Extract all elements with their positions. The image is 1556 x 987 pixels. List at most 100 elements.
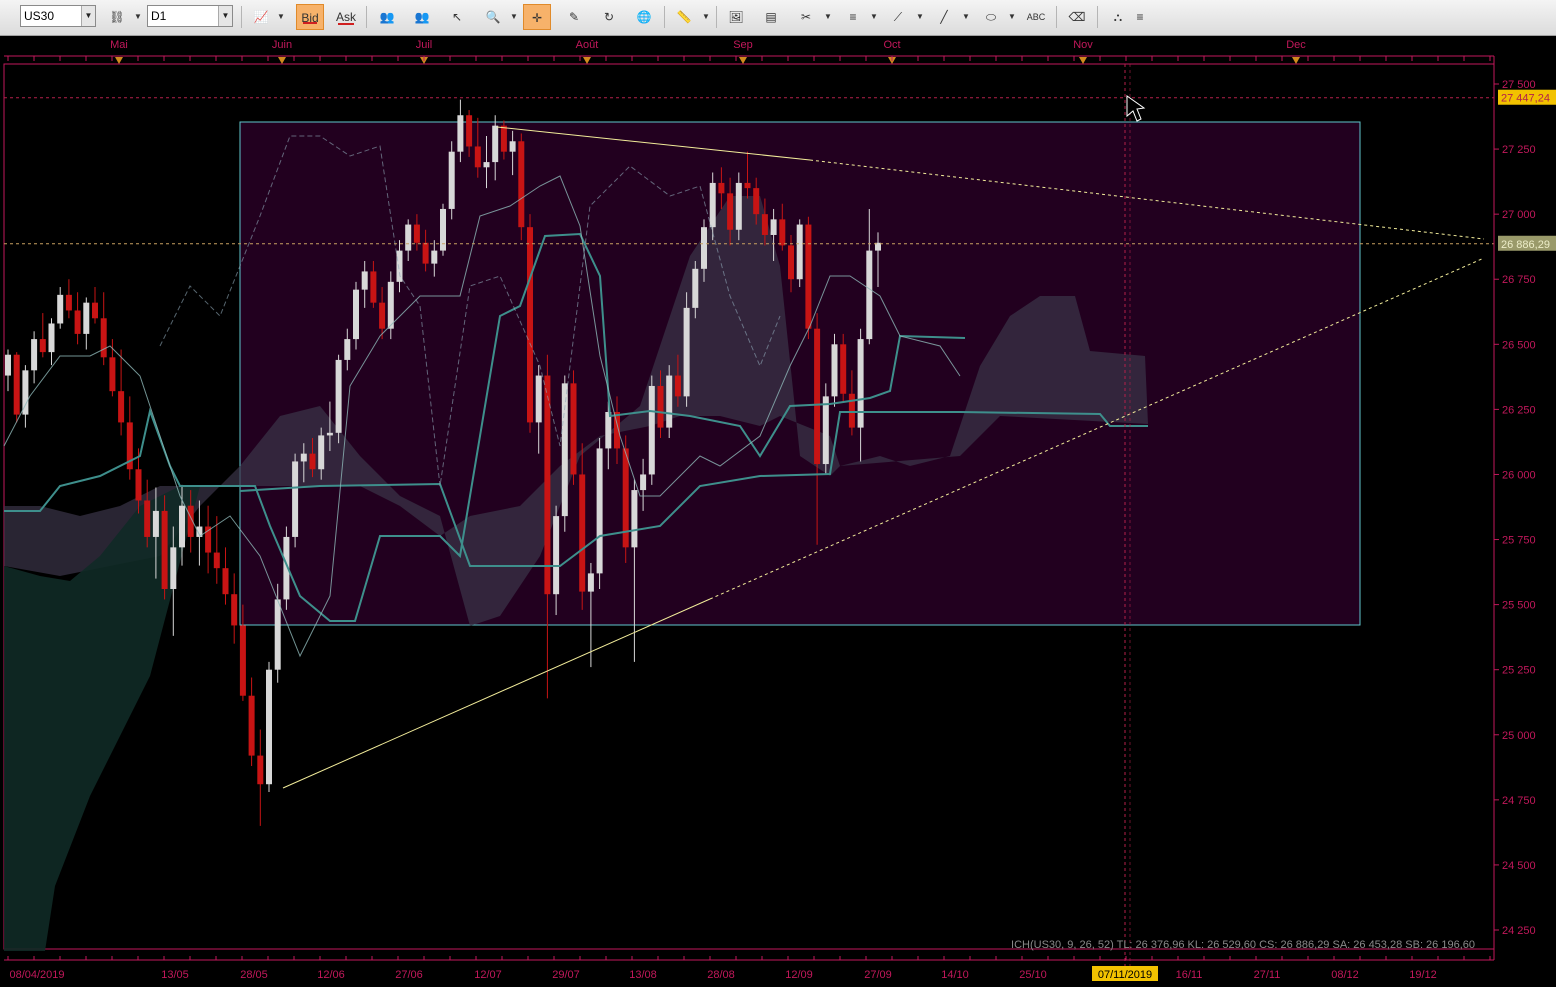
chart-type-icon[interactable]: 📈 (247, 4, 275, 30)
mouse-cursor-icon (1126, 95, 1146, 122)
template-icon[interactable]: ▤ (757, 4, 785, 30)
globe-icon[interactable]: 🌐 (630, 4, 658, 30)
chevron-down-icon[interactable]: ▼ (276, 4, 286, 30)
date-label: 12/06 (317, 969, 345, 981)
edit-chart-icon[interactable]: ✎ (560, 4, 588, 30)
candle-body (379, 302, 386, 329)
candle-body (805, 224, 812, 329)
candle-body (248, 695, 255, 756)
candle-body (674, 375, 681, 397)
pointer-icon[interactable]: ↖ (443, 4, 471, 30)
month-marker-icon (739, 57, 747, 64)
candle-body (570, 383, 577, 475)
candle-body (796, 224, 803, 280)
month-label: Juin (272, 39, 292, 51)
candle-body (866, 250, 873, 340)
lines-icon[interactable]: ≡ (839, 4, 867, 30)
indicator-legend: ICH(US30, 9, 26, 52) TL: 26 376,96 KL: 2… (1011, 939, 1475, 951)
candle-body (292, 461, 299, 537)
fan-icon[interactable]: ⟋ (884, 4, 912, 30)
candle (74, 292, 81, 345)
candle-body (840, 344, 847, 394)
candle (100, 292, 107, 366)
candle (83, 297, 90, 350)
zoom-icon[interactable]: 🔍 (479, 4, 507, 30)
refresh-icon[interactable]: ↻ (595, 4, 623, 30)
price-chart[interactable]: Mai Juin Juil Août Sep Oct Nov Dec 08/04/2019 13/… (0, 36, 1556, 987)
people-icon[interactable]: 👥 (373, 4, 401, 30)
candle-body (483, 162, 490, 168)
date-label: 16/11 (1176, 969, 1203, 981)
month-label: Dec (1286, 39, 1306, 51)
crosshair-icon[interactable]: ✛ (523, 4, 551, 30)
month-label: Août (576, 39, 599, 51)
candle (831, 333, 838, 407)
candle-body (13, 354, 20, 415)
price-label: 26 500 (1502, 339, 1536, 351)
candle-body (422, 242, 429, 264)
chevron-down-icon[interactable]: ▼ (133, 4, 143, 30)
candle-body (474, 146, 481, 168)
ruler-icon[interactable]: 📏 (670, 4, 698, 30)
chevron-down-icon[interactable]: ▼ (961, 4, 971, 30)
chevron-down-icon[interactable]: ▼ (218, 6, 232, 26)
candle (31, 331, 38, 384)
candle-body (5, 354, 11, 376)
candle-body (231, 594, 238, 626)
candle-body (831, 344, 838, 397)
trendline-icon[interactable]: ╱ (930, 4, 958, 30)
candle-body (370, 271, 377, 303)
chevron-down-icon[interactable]: ▼ (509, 4, 519, 30)
price-label: 26 250 (1502, 404, 1536, 416)
date-label: 27/11 (1254, 969, 1281, 981)
bid-button[interactable]: Bid (296, 4, 324, 30)
symbol-select[interactable]: US30 ▼ (20, 5, 96, 27)
price-label: 26 750 (1502, 274, 1536, 286)
ask-button[interactable]: Ask (332, 4, 360, 30)
chevron-down-icon[interactable]: ▼ (915, 4, 925, 30)
candle-body (814, 328, 821, 465)
candle-body (535, 375, 542, 423)
timeframe-select[interactable]: D1 ▼ (147, 5, 233, 27)
chevron-down-icon[interactable]: ▼ (823, 4, 833, 30)
candle (109, 339, 116, 397)
candle (39, 313, 46, 358)
network-icon[interactable]: ⛬ (1104, 4, 1132, 30)
people-icon[interactable]: 👥 (408, 4, 436, 30)
candle-body (405, 224, 412, 251)
price-label: 25 750 (1502, 535, 1536, 547)
toolbar-separator (366, 6, 367, 28)
candle-body (761, 214, 768, 235)
ellipse-icon[interactable]: ⬭ (977, 4, 1005, 30)
image-icon[interactable]: 🖼 (722, 4, 750, 30)
date-label: 13/05 (161, 969, 189, 981)
candle (527, 214, 533, 433)
candle-body (109, 357, 116, 392)
chevron-down-icon[interactable]: ▼ (701, 4, 711, 30)
candle (683, 292, 690, 407)
date-label: 13/08 (629, 969, 657, 981)
chevron-down-icon[interactable]: ▼ (869, 4, 879, 30)
candle (22, 365, 29, 428)
toolbar-separator (241, 6, 242, 28)
price-label: 26 000 (1502, 469, 1536, 481)
candle (822, 383, 829, 475)
candle-body (387, 281, 394, 329)
more-icon[interactable]: ≡ (1132, 4, 1148, 30)
tools-icon[interactable]: ✂ (792, 4, 820, 30)
chevron-down-icon[interactable]: ▼ (1007, 4, 1017, 30)
price-label: 24 500 (1502, 860, 1536, 872)
date-label: 08/12 (1331, 969, 1359, 981)
candle-body (701, 227, 707, 269)
month-label: Sep (733, 39, 753, 51)
candle-body (83, 302, 90, 334)
candle-body (509, 141, 516, 152)
text-abc-icon[interactable]: ABC (1022, 4, 1050, 30)
candle-body (466, 115, 473, 147)
candle-body (553, 516, 560, 595)
candle (666, 365, 673, 439)
candle (257, 729, 264, 826)
chevron-down-icon[interactable]: ▼ (81, 6, 95, 26)
eraser-icon[interactable]: ⌫ (1063, 4, 1091, 30)
chain-link-icon[interactable]: ⛓ (103, 4, 131, 30)
